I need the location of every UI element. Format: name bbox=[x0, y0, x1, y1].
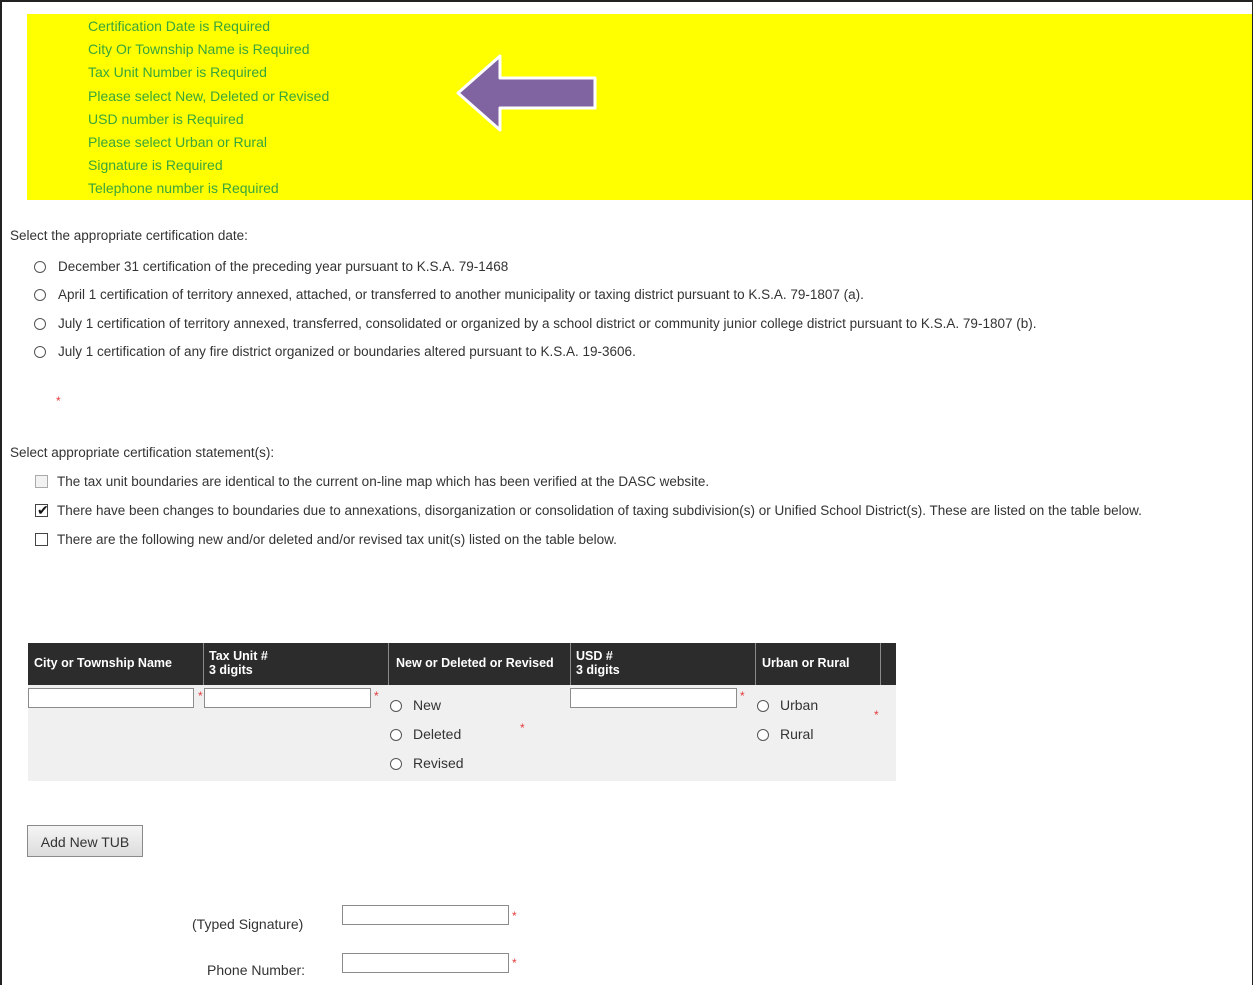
typed-signature-input[interactable] bbox=[342, 905, 509, 925]
phone-label: Phone Number: bbox=[207, 962, 306, 978]
error-message: Please select New, Deleted or Revised bbox=[88, 88, 330, 104]
cert-date-prompt: Select the appropriate certification dat… bbox=[10, 228, 248, 243]
status-radio-deleted[interactable] bbox=[390, 729, 402, 741]
error-message: USD number is Required bbox=[88, 111, 244, 127]
col-tax-unit-header: Tax Unit # bbox=[209, 649, 268, 663]
error-message: Tax Unit Number is Required bbox=[88, 64, 267, 80]
status-radio-new[interactable] bbox=[390, 700, 402, 712]
usd-input[interactable] bbox=[570, 688, 737, 708]
col-city-header: City or Township Name bbox=[34, 656, 172, 670]
signature-label: (Typed Signature) bbox=[192, 916, 304, 932]
cert-date-radio-jul1-school[interactable] bbox=[34, 318, 46, 330]
column-divider bbox=[755, 643, 756, 685]
column-divider bbox=[570, 643, 571, 685]
error-message: City Or Township Name is Required bbox=[88, 41, 310, 57]
validation-summary: Certification Date is Required City Or T… bbox=[27, 14, 1252, 200]
status-option-label: Deleted bbox=[413, 726, 462, 742]
statement-label: There are the following new and/or delet… bbox=[57, 532, 617, 547]
required-marker: * bbox=[874, 708, 879, 722]
column-divider bbox=[880, 643, 881, 685]
cert-date-option-label: December 31 certification of the precedi… bbox=[58, 259, 509, 274]
city-township-input[interactable] bbox=[28, 688, 194, 708]
tax-unit-input[interactable] bbox=[204, 688, 371, 708]
add-new-tub-button[interactable]: Add New TUB bbox=[27, 825, 143, 857]
tub-table-header: City or Township Name Tax Unit # 3 digit… bbox=[28, 643, 896, 685]
required-marker: * bbox=[374, 689, 379, 703]
required-marker: * bbox=[512, 909, 517, 923]
area-radio-rural[interactable] bbox=[757, 729, 769, 741]
status-option-label: Revised bbox=[413, 755, 464, 771]
statements-prompt: Select appropriate certification stateme… bbox=[10, 445, 275, 460]
required-marker: * bbox=[520, 721, 525, 735]
status-option-label: New bbox=[413, 697, 442, 713]
statement-checkbox-changes[interactable]: ✔ bbox=[35, 502, 49, 518]
error-message: Signature is Required bbox=[88, 157, 223, 173]
area-option-label: Urban bbox=[780, 697, 819, 713]
col-tax-unit-subheader: 3 digits bbox=[209, 663, 253, 677]
status-radio-revised[interactable] bbox=[390, 758, 402, 770]
required-marker: * bbox=[740, 689, 745, 703]
cert-date-radio-jul1-fire[interactable] bbox=[34, 346, 46, 358]
cert-date-radio-apr1[interactable] bbox=[34, 289, 46, 301]
required-marker: * bbox=[512, 956, 517, 970]
col-usd-subheader: 3 digits bbox=[576, 663, 620, 677]
error-message: Certification Date is Required bbox=[88, 18, 271, 34]
left-arrow-icon bbox=[456, 54, 597, 132]
statement-label: The tax unit boundaries are identical to… bbox=[57, 474, 710, 489]
col-usd-header: USD # bbox=[576, 649, 613, 663]
error-message: Please select Urban or Rural bbox=[88, 134, 267, 150]
cert-date-option-label: July 1 certification of territory annexe… bbox=[58, 316, 1037, 331]
cert-date-radio-dec31[interactable] bbox=[34, 261, 46, 273]
statement-checkbox-identical[interactable] bbox=[35, 475, 48, 488]
col-urban-rural-header: Urban or Rural bbox=[762, 656, 850, 670]
area-radio-urban[interactable] bbox=[757, 700, 769, 712]
checkmark-icon: ✔ bbox=[37, 502, 49, 518]
error-message: Telephone number is Required bbox=[88, 180, 279, 196]
required-marker: * bbox=[198, 689, 203, 703]
cert-date-option-label: July 1 certification of any fire distric… bbox=[58, 344, 636, 359]
column-divider bbox=[388, 643, 389, 685]
cert-date-option-label: April 1 certification of territory annex… bbox=[58, 287, 864, 302]
column-divider bbox=[203, 643, 204, 685]
col-status-header: New or Deleted or Revised bbox=[396, 656, 554, 670]
statement-label: There have been changes to boundaries du… bbox=[57, 503, 1142, 518]
required-marker: * bbox=[56, 394, 61, 408]
phone-number-input[interactable] bbox=[342, 953, 509, 973]
statement-checkbox-new-units[interactable] bbox=[35, 533, 48, 546]
area-option-label: Rural bbox=[780, 726, 814, 742]
